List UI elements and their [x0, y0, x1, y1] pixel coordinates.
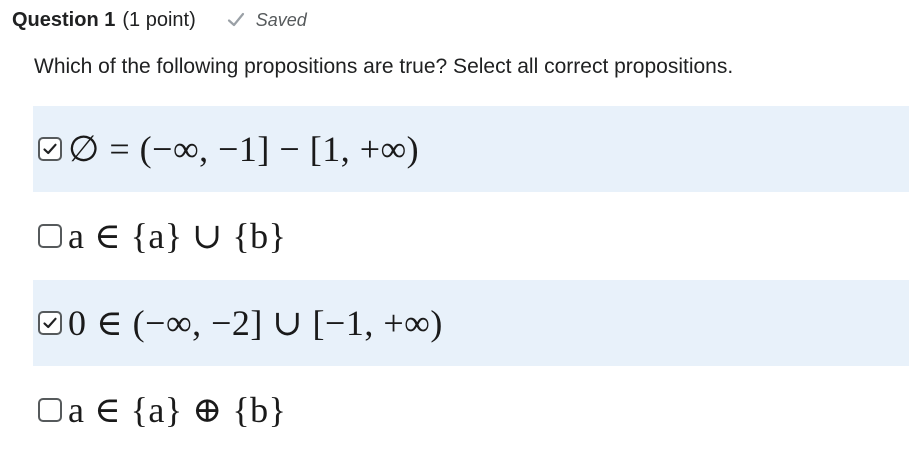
saved-label: Saved — [255, 9, 307, 30]
option-3-checkbox[interactable] — [38, 311, 62, 335]
question-header: Question 1 (1 point) Saved — [12, 6, 307, 34]
option-1-checkbox[interactable] — [38, 137, 62, 161]
option-4-checkbox[interactable] — [38, 398, 62, 422]
option-3-label: 0 ∈ (−∞, −2] ∪ [−1, +∞) — [68, 303, 443, 343]
option-2-checkbox[interactable] — [38, 224, 62, 248]
option-1[interactable]: ∅ = (−∞, −1] − [1, +∞) — [33, 106, 909, 192]
option-3[interactable]: 0 ∈ (−∞, −2] ∪ [−1, +∞) — [33, 280, 909, 366]
checkmark-icon — [226, 10, 246, 30]
question-prompt: Which of the following propositions are … — [34, 55, 734, 78]
option-1-label: ∅ = (−∞, −1] − [1, +∞) — [68, 129, 420, 169]
question-title: Question 1 — [12, 8, 116, 31]
question-points: (1 point) — [122, 8, 196, 31]
checkbox-check-icon — [43, 143, 57, 155]
saved-status: Saved — [226, 10, 307, 31]
option-4-label: a ∈ {a} ⊕ {b} — [68, 390, 287, 430]
checkbox-check-icon — [43, 317, 57, 329]
option-2[interactable]: a ∈ {a} ∪ {b} — [33, 193, 909, 279]
options-list: ∅ = (−∞, −1] − [1, +∞) a ∈ {a} ∪ {b} 0 ∈… — [33, 106, 909, 453]
option-2-label: a ∈ {a} ∪ {b} — [68, 216, 287, 256]
option-4[interactable]: a ∈ {a} ⊕ {b} — [33, 367, 909, 453]
